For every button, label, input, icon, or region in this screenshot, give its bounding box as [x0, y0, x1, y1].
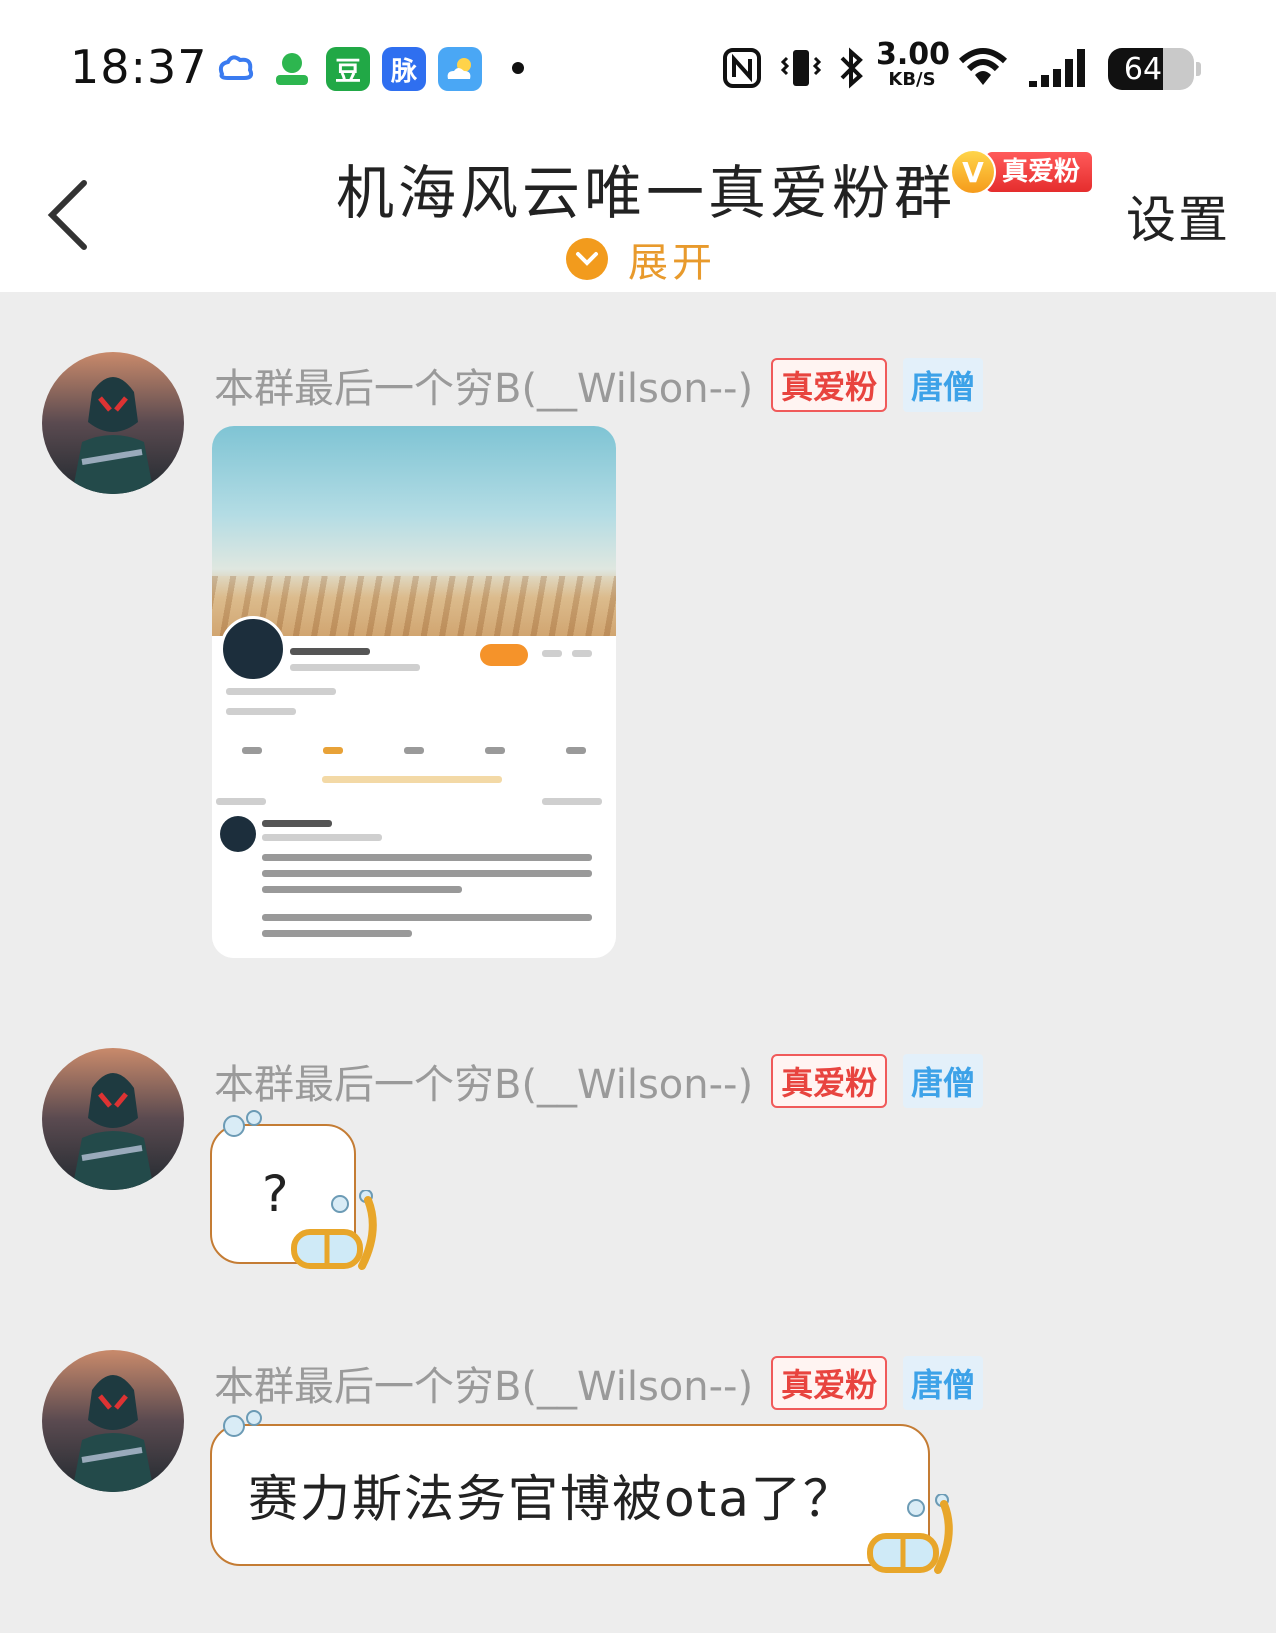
text-bubble[interactable]: 赛力斯法务官博被ota了？ [210, 1424, 930, 1566]
network-speed-value: 3.00 [876, 37, 951, 72]
follow-button-preview [480, 644, 528, 666]
message-text: 赛力斯法务官博被ota了？ [248, 1470, 855, 1528]
app-green-icon [270, 47, 314, 91]
sender-name[interactable]: 本群最后一个穷B(__Wilson--) [214, 1354, 753, 1412]
network-speed: 3.00 KB/S [876, 37, 951, 90]
expand-label: 展开 [628, 240, 716, 286]
snorkel-mask-icon [867, 1494, 953, 1574]
bubble-bubbles-icon [223, 1110, 262, 1137]
snorkel-mask-icon [291, 1190, 377, 1270]
network-speed-unit: KB/S [888, 69, 936, 90]
douban-icon: 豆 [326, 47, 370, 91]
chat-header: 机海风云唯一真爱粉群 V 真爱粉 设置 展开 [0, 120, 1276, 292]
sender-line: 本群最后一个穷B(__Wilson--) 真爱粉 唐僧 [214, 1354, 984, 1412]
image-message[interactable] [212, 426, 616, 958]
bubble-bubbles-icon [223, 1410, 262, 1437]
sender-line: 本群最后一个穷B(__Wilson--) 真爱粉 唐僧 [214, 356, 984, 414]
profile-tabs-preview [212, 736, 616, 764]
rank-tag: 唐僧 [903, 1356, 984, 1410]
rank-tag: 唐僧 [903, 358, 984, 412]
fan-badge-label: 真爱粉 [986, 152, 1093, 192]
settings-button[interactable]: 设置 [1126, 180, 1230, 252]
avatar[interactable] [42, 1048, 184, 1190]
battery-tip [1196, 62, 1201, 76]
expand-button[interactable]: 展开 [566, 230, 716, 288]
message-text: ? [262, 1165, 289, 1223]
profile-logo [220, 616, 286, 682]
avatar[interactable] [42, 1350, 184, 1492]
battery-level: 64 [1123, 51, 1163, 87]
rank-tag: 唐僧 [903, 1054, 984, 1108]
bluetooth-icon [836, 44, 868, 92]
sender-line: 本群最后一个穷B(__Wilson--) 真爱粉 唐僧 [214, 1052, 984, 1110]
signal-icon [1026, 44, 1094, 92]
chevron-down-icon [566, 238, 608, 280]
nfc-icon [720, 44, 764, 92]
maimai-icon: 脉 [382, 47, 426, 91]
vibrate-icon [776, 44, 826, 92]
chevron-left-icon [47, 180, 87, 250]
sender-name[interactable]: 本群最后一个穷B(__Wilson--) [214, 356, 753, 414]
fan-tag: 真爱粉 [771, 358, 888, 412]
avatar[interactable] [42, 352, 184, 494]
weibo-profile-preview [212, 616, 616, 958]
clock: 18:37 [70, 40, 208, 94]
status-bar: 18:37 豆 脉 3.00 KB/S 64 [0, 0, 1276, 120]
group-title[interactable]: 机海风云唯一真爱粉群 [336, 146, 956, 230]
sender-name[interactable]: 本群最后一个穷B(__Wilson--) [214, 1052, 753, 1110]
fan-group-badge: V 真爱粉 [950, 148, 1093, 196]
vip-icon: V [950, 149, 996, 195]
baidu-netdisk-icon [214, 47, 258, 91]
fan-tag: 真爱粉 [771, 1356, 888, 1410]
fan-tag: 真爱粉 [771, 1054, 888, 1108]
weather-icon [438, 47, 482, 91]
post-avatar [220, 816, 256, 852]
battery-indicator: 64 [1108, 48, 1194, 90]
back-button[interactable] [40, 175, 100, 255]
notification-dot [512, 62, 524, 74]
wifi-icon [956, 44, 1010, 92]
